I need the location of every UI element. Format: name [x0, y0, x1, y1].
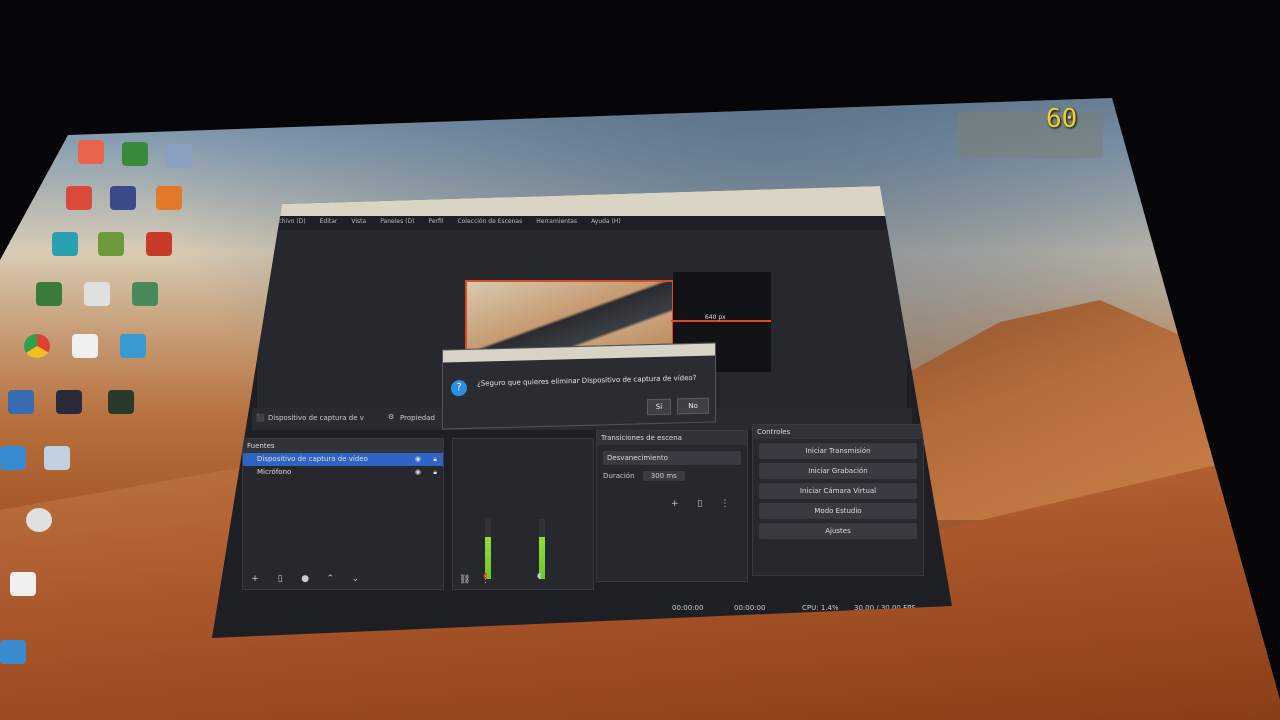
transition-toolbar: + ▯ ⋮: [669, 491, 739, 510]
link-icon[interactable]: ⛓: [459, 575, 470, 585]
settings-button[interactable]: Ajustes: [759, 523, 917, 539]
trash-icon[interactable]: ▯: [694, 498, 706, 510]
studio-mode-button[interactable]: Modo Estudio: [759, 503, 917, 519]
transition-select[interactable]: Desvanecimiento: [603, 451, 741, 465]
chrome-icon[interactable]: [24, 334, 50, 358]
panel-title: Fuentes: [243, 439, 443, 453]
fps-counter: 60: [1046, 104, 1078, 134]
menu-item-ayuda[interactable]: Ayuda (H): [591, 218, 621, 230]
add-icon[interactable]: +: [249, 573, 261, 585]
recycle-bin-icon[interactable]: [44, 446, 70, 470]
overlay-widget: [958, 112, 1103, 158]
confirm-delete-dialog: ? ¿Seguro que quieres eliminar Dispositi…: [442, 342, 716, 430]
cpu-usage: CPU: 1.4%: [802, 604, 839, 612]
eye-icon[interactable]: ◉: [415, 466, 421, 479]
desktop-icon[interactable]: [146, 232, 172, 256]
lock-icon[interactable]: 🔒︎: [433, 453, 437, 466]
panel-title: Transiciones de escena: [597, 431, 747, 445]
canvas-size-label: 640 px: [705, 314, 726, 321]
sources-toolbar: + ▯ ● ⌃ ⌄: [249, 566, 369, 585]
source-item[interactable]: Micrófono ◉ 🔒︎: [243, 466, 443, 479]
audio-meter: [539, 519, 545, 579]
chevron-down-icon[interactable]: ⌄: [349, 573, 361, 585]
chevron-up-icon[interactable]: ⌃: [324, 573, 336, 585]
desktop-icon[interactable]: [156, 186, 182, 210]
audio-mixer-panel: ◖ ◖ ⛓ ⋮: [452, 438, 594, 590]
desktop-icon[interactable]: [120, 334, 146, 358]
desktop-icon[interactable]: [52, 232, 78, 256]
file-icon[interactable]: [72, 334, 98, 358]
menu-bar: Archivo (D) Editar Vista Paneles (D) Per…: [272, 218, 892, 230]
menu-dots-icon[interactable]: ⋮: [481, 575, 490, 585]
eye-icon[interactable]: ◉: [415, 453, 421, 466]
start-virtual-camera-button[interactable]: Iniciar Cámara Virtual: [759, 483, 917, 499]
record-timer: 00:00:00: [734, 604, 766, 612]
source-icon: ⬛: [256, 414, 265, 422]
question-icon: ?: [451, 379, 467, 397]
source-label: Micrófono: [257, 468, 292, 476]
trash-icon[interactable]: ▯: [274, 573, 286, 585]
desktop-icon[interactable]: [0, 640, 26, 664]
desktop-icon[interactable]: [122, 142, 148, 166]
desktop-icon[interactable]: [98, 232, 124, 256]
transition-value: Desvanecimiento: [607, 454, 668, 462]
duration-label: Duración: [603, 472, 635, 480]
duration-row: Duración 300 ms: [603, 471, 741, 481]
panel-title: Controles: [753, 425, 923, 439]
menu-item-herramientas[interactable]: Herramientas: [536, 218, 577, 230]
speaker-icon[interactable]: ◖: [537, 571, 541, 580]
audio-meter: [485, 519, 491, 579]
desktop-icon[interactable]: [66, 186, 92, 210]
yes-button[interactable]: Sí: [647, 398, 671, 416]
stream-timer: 00:00:00: [672, 604, 704, 612]
gear-icon[interactable]: ●: [299, 573, 311, 585]
menu-item-perfil[interactable]: Perfil: [428, 218, 443, 230]
controls-panel: Controles Iniciar Transmisión Iniciar Gr…: [752, 424, 924, 576]
properties-button[interactable]: Propiedad: [400, 414, 435, 422]
start-recording-button[interactable]: Iniciar Grabación: [759, 463, 917, 479]
desktop-icon[interactable]: [108, 390, 134, 414]
source-label: Dispositivo de captura de vídeo: [257, 455, 368, 463]
sources-panel: Fuentes Dispositivo de captura de vídeo …: [242, 438, 444, 590]
desktop-icon[interactable]: [8, 390, 34, 414]
dialog-message: ¿Seguro que quieres eliminar Dispositivo…: [477, 373, 697, 388]
menu-dots-icon[interactable]: ⋮: [719, 498, 731, 510]
start-streaming-button[interactable]: Iniciar Transmisión: [759, 443, 917, 459]
file-icon[interactable]: [10, 572, 36, 596]
menu-item-vista[interactable]: Vista: [351, 218, 366, 230]
source-item[interactable]: Dispositivo de captura de vídeo ◉ 🔒︎: [243, 453, 443, 466]
desktop-icon[interactable]: [166, 144, 192, 168]
lock-icon[interactable]: 🔒︎: [433, 466, 437, 479]
menu-item-paneles[interactable]: Paneles (D): [380, 218, 414, 230]
desktop-icon[interactable]: [56, 390, 82, 414]
transitions-panel: Transiciones de escena Desvanecimiento D…: [596, 430, 748, 582]
selected-source-label: Dispositivo de captura de v: [268, 414, 364, 422]
duration-input[interactable]: 300 ms: [642, 471, 685, 481]
desktop-icon[interactable]: [78, 140, 104, 164]
add-icon[interactable]: +: [669, 498, 681, 510]
desktop-icon[interactable]: [36, 282, 62, 306]
desktop-icon[interactable]: [0, 446, 26, 470]
gear-icon[interactable]: ⚙: [388, 413, 394, 421]
desktop-icon[interactable]: [84, 282, 110, 306]
desktop-icon[interactable]: [26, 508, 52, 532]
desktop-icon[interactable]: [132, 282, 158, 306]
desktop-icon[interactable]: [110, 186, 136, 210]
menu-item-colecciones[interactable]: Colección de Escenas: [457, 218, 522, 230]
no-button[interactable]: No: [677, 397, 709, 415]
menu-item-editar[interactable]: Editar: [320, 218, 338, 230]
